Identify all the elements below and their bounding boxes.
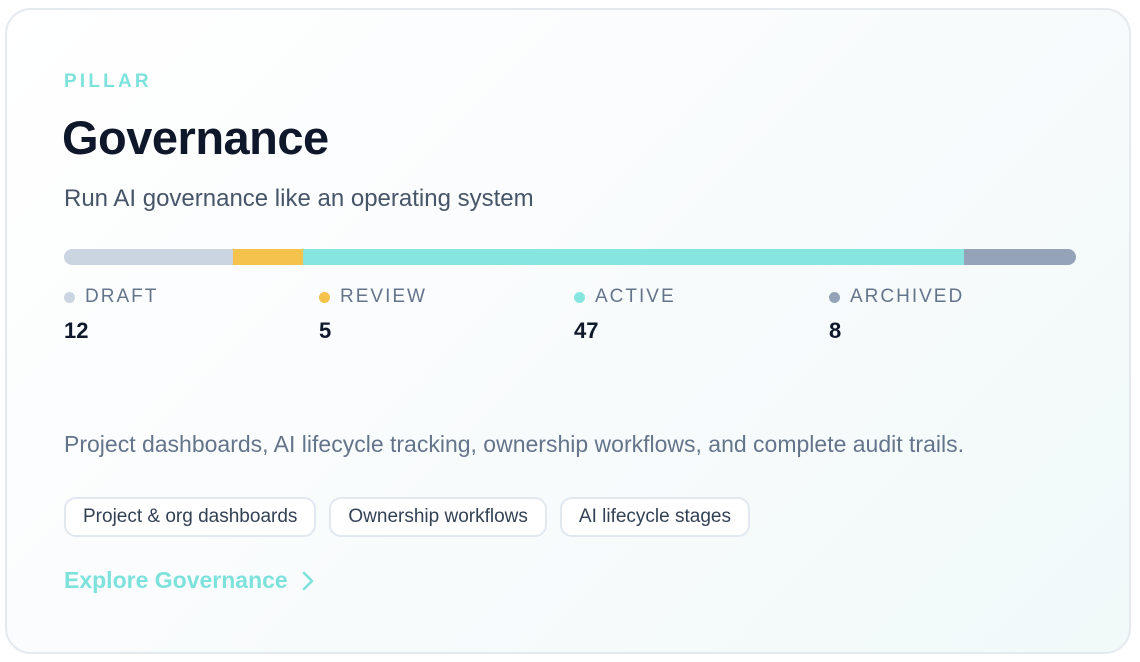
status-stat-archived: ARCHIVED 8 bbox=[829, 286, 964, 344]
feature-chip-ownership: Ownership workflows bbox=[329, 497, 547, 537]
card-title: Governance bbox=[62, 111, 329, 164]
status-label: ARCHIVED bbox=[850, 286, 965, 307]
bar-segment-active bbox=[302, 249, 964, 265]
status-stat-review: REVIEW 5 bbox=[319, 286, 427, 344]
status-count: 8 bbox=[829, 318, 842, 343]
governance-pillar-card: PILLAR Governance Run AI governance like… bbox=[5, 8, 1131, 654]
draft-dot-icon bbox=[64, 291, 75, 303]
cta-label: Explore Governance bbox=[64, 567, 288, 593]
status-label: ACTIVE bbox=[595, 286, 676, 307]
card-subtitle: Run AI governance like an operating syst… bbox=[64, 185, 534, 212]
bar-segment-archived bbox=[963, 249, 1076, 265]
status-progress-bar bbox=[64, 249, 1076, 265]
status-stat-active: ACTIVE 47 bbox=[574, 286, 676, 344]
eyebrow-label: PILLAR bbox=[64, 71, 152, 92]
status-label: DRAFT bbox=[85, 286, 159, 307]
status-label: REVIEW bbox=[340, 286, 427, 307]
feature-chip-lifecycle: AI lifecycle stages bbox=[559, 497, 750, 537]
bar-segment-draft bbox=[64, 249, 233, 265]
status-count: 5 bbox=[319, 318, 332, 343]
feature-chip-dashboards: Project & org dashboards bbox=[64, 497, 317, 537]
status-stat-draft: DRAFT 12 bbox=[64, 286, 158, 344]
archived-dot-icon bbox=[829, 291, 840, 303]
card-description: Project dashboards, AI lifecycle trackin… bbox=[64, 431, 964, 457]
active-dot-icon bbox=[574, 291, 585, 303]
review-dot-icon bbox=[319, 291, 330, 303]
explore-governance-link[interactable]: Explore Governance bbox=[64, 567, 314, 594]
status-count: 12 bbox=[64, 318, 89, 343]
feature-chips: Project & org dashboards Ownership workf… bbox=[64, 497, 750, 537]
status-legend: DRAFT 12 REVIEW 5 ACTIVE 47 ARCHIVED 8 bbox=[64, 286, 1076, 346]
bar-segment-review bbox=[232, 249, 303, 265]
status-count: 47 bbox=[574, 318, 599, 343]
chevron-right-icon bbox=[302, 571, 314, 590]
